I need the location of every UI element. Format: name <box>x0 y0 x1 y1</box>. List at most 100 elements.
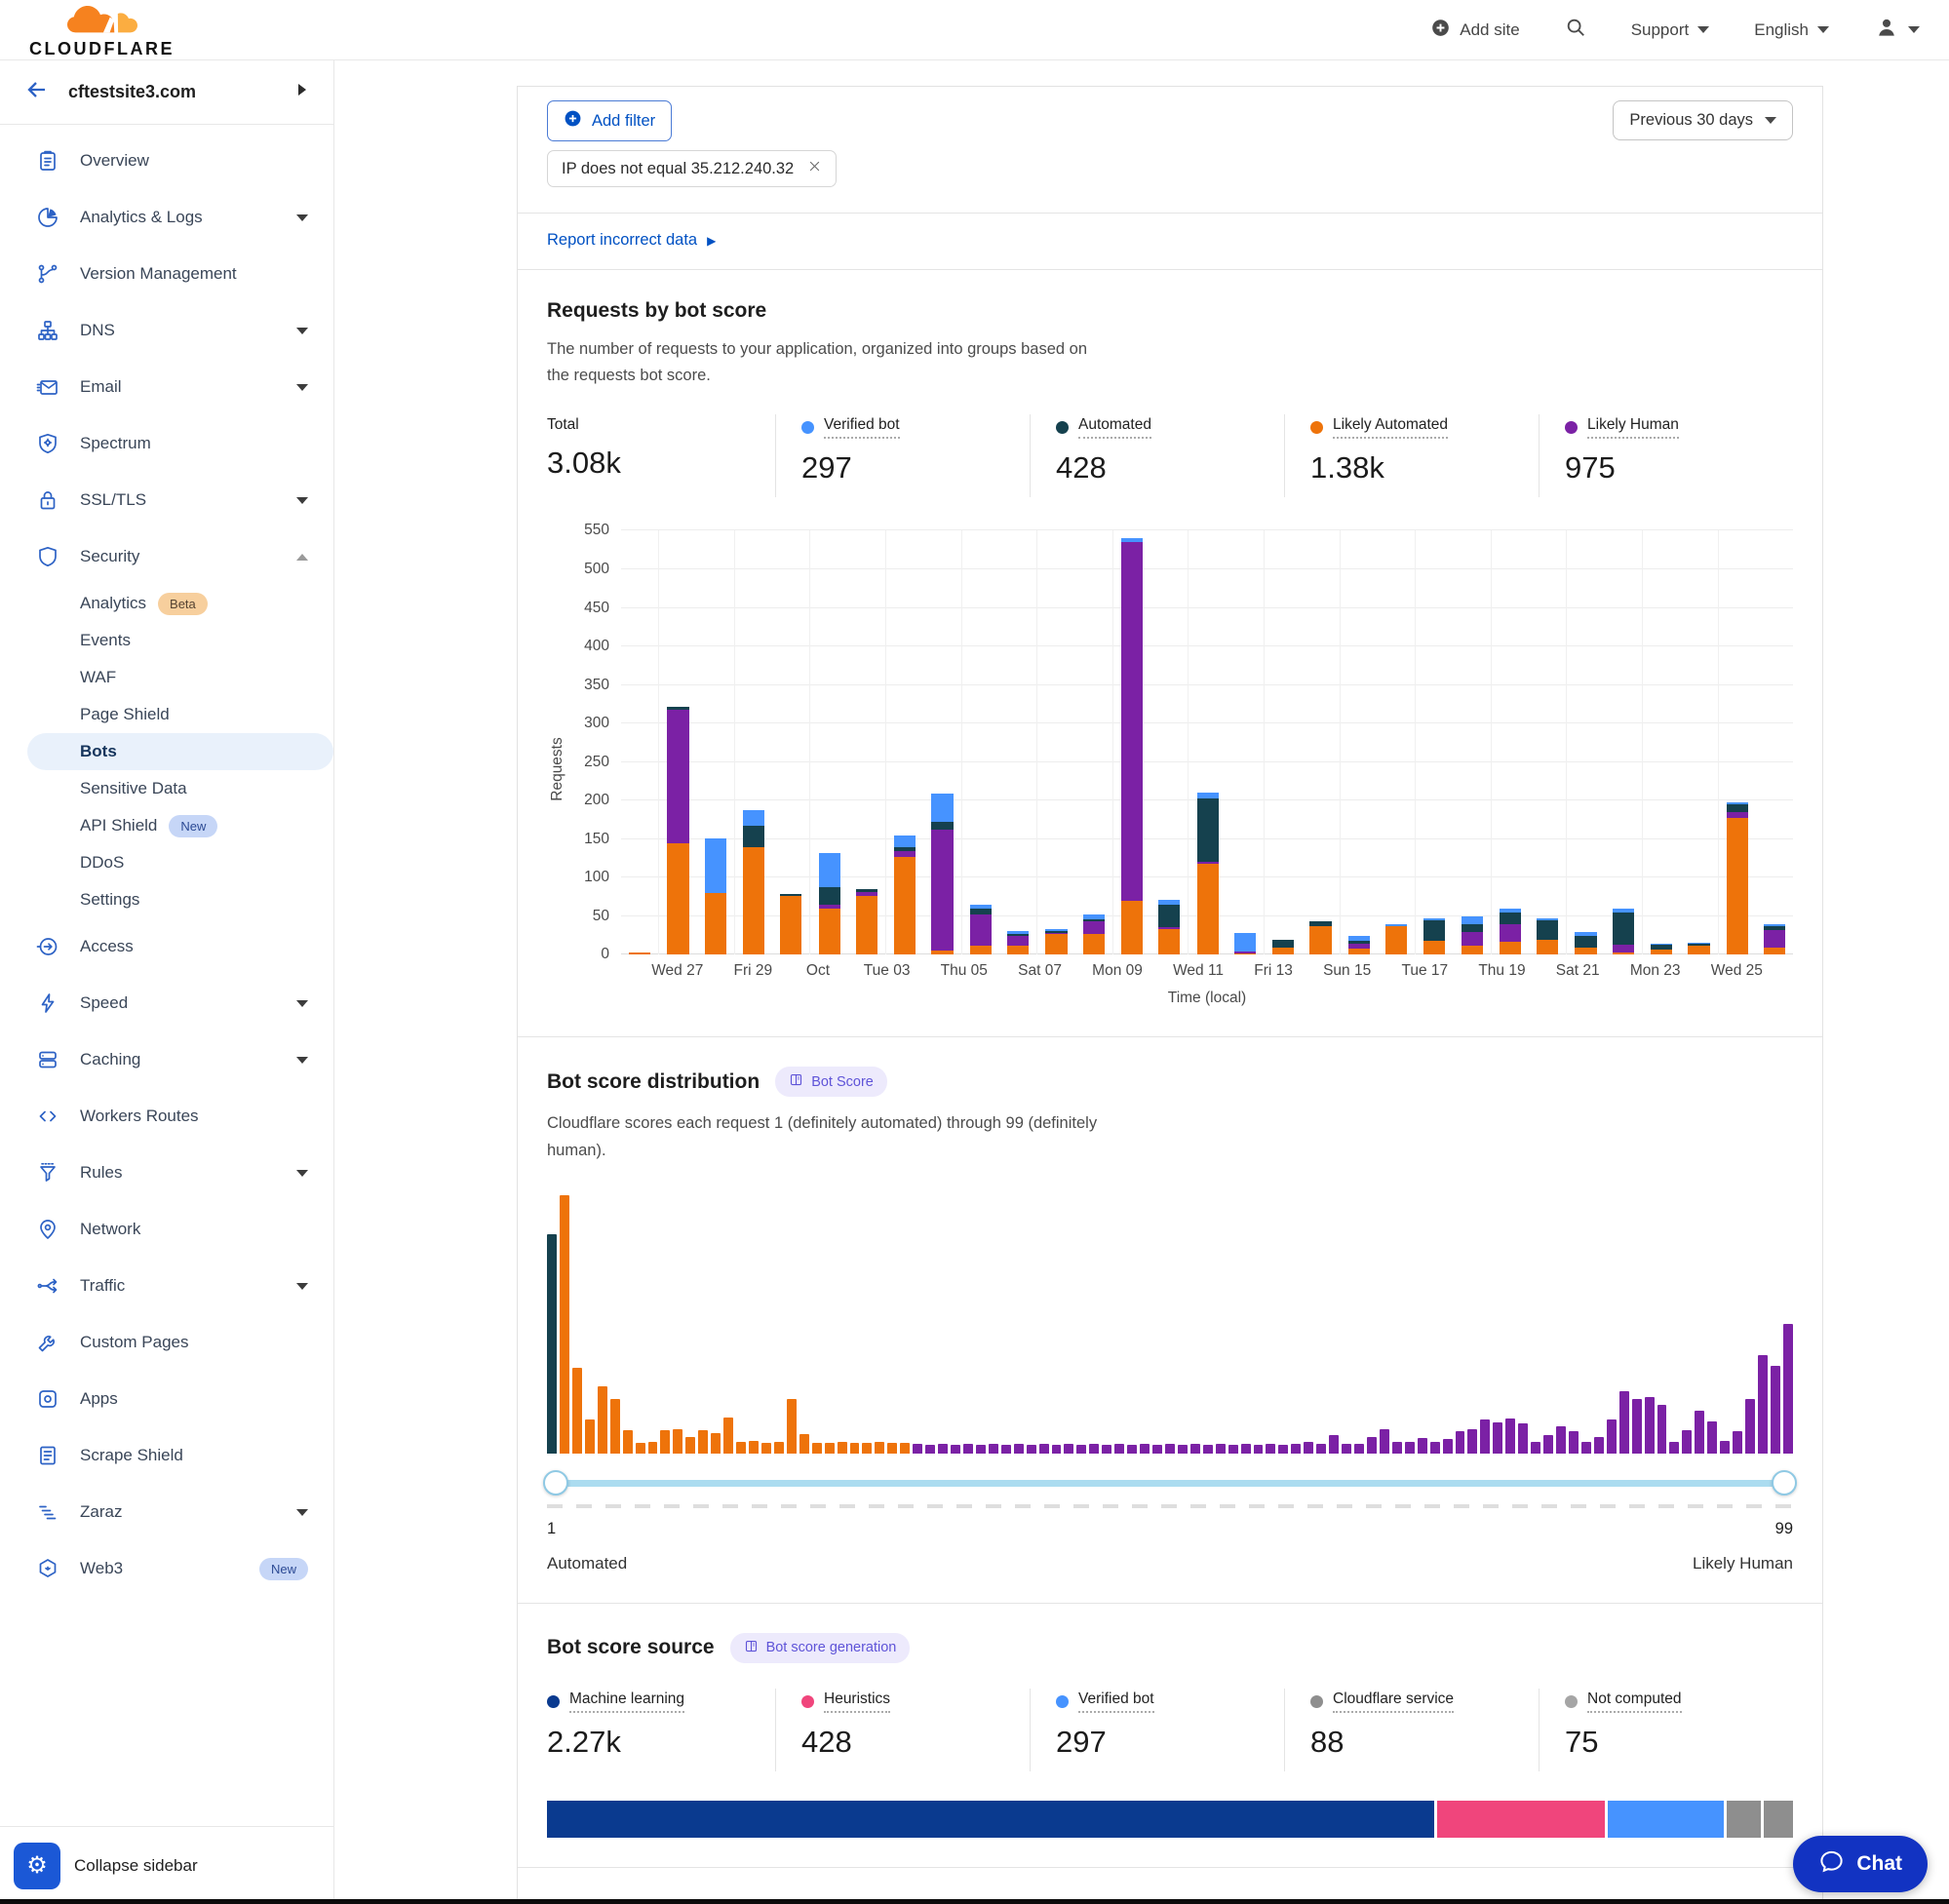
histogram-bar-score-67 <box>1380 1429 1389 1454</box>
back-arrow-icon[interactable] <box>25 78 49 106</box>
sidebar-item-api-shield[interactable]: API ShieldNew <box>0 807 333 844</box>
stat-label[interactable]: Likely Automated <box>1333 416 1448 439</box>
bar-segment-likely-automated <box>1385 926 1407 954</box>
x-tick-label: Thu 19 <box>1478 962 1525 980</box>
bar-segment-automated <box>1500 913 1521 924</box>
code-icon <box>35 1104 60 1129</box>
chevron-down-icon <box>296 1000 308 1007</box>
bar-segment-likely-human <box>1121 542 1143 901</box>
slider-track[interactable] <box>551 1480 1789 1487</box>
histogram-bar-score-60 <box>1291 1444 1301 1454</box>
x-tick-label: Oct <box>802 962 833 980</box>
bar-segment-likely-automated <box>1309 926 1331 954</box>
stat-label[interactable]: Cloudflare service <box>1333 1690 1454 1713</box>
support-menu[interactable]: Support <box>1631 20 1710 40</box>
sidebar-item-page-shield[interactable]: Page Shield <box>0 696 333 733</box>
histogram-bar-score-7 <box>623 1430 633 1454</box>
stacked-bar <box>1197 793 1219 955</box>
filter-chip[interactable]: IP does not equal 35.212.240.32 <box>547 150 837 187</box>
lock-icon <box>35 487 60 513</box>
bar-column <box>1756 530 1793 954</box>
y-axis-labels: 050100150200250300350400450500550 <box>574 530 621 954</box>
language-menu[interactable]: English <box>1754 20 1829 40</box>
x-tick-label: Mon 09 <box>1092 962 1143 980</box>
sidebar-item-apps[interactable]: Apps <box>0 1371 333 1427</box>
histogram-bar-score-68 <box>1392 1442 1402 1454</box>
sidebar-item-overview[interactable]: Overview <box>0 133 333 189</box>
bot-score-badge[interactable]: Bot Score <box>775 1067 887 1097</box>
sidebar-item-scrape-shield[interactable]: Scrape Shield <box>0 1427 333 1484</box>
histogram-bar-score-11 <box>673 1429 682 1454</box>
sidebar-item-email[interactable]: Email <box>0 359 333 415</box>
histogram-bar-score-58 <box>1266 1444 1275 1454</box>
collapse-sidebar-button[interactable]: Collapse sidebar <box>74 1856 198 1876</box>
sidebar-item-security-analytics[interactable]: AnalyticsBeta <box>0 585 333 622</box>
sidebar-item-access[interactable]: Access <box>0 918 333 975</box>
close-icon[interactable] <box>807 159 822 178</box>
sidebar-item-speed[interactable]: Speed <box>0 975 333 1031</box>
settings-gear-button[interactable]: ⚙ <box>14 1843 60 1889</box>
histogram-bar-score-76 <box>1493 1422 1502 1454</box>
chevron-right-icon[interactable] <box>296 83 308 101</box>
sidebar-item-spectrum[interactable]: Spectrum <box>0 415 333 472</box>
bar-segment-likely-human <box>970 914 992 946</box>
histogram-bar-score-21 <box>799 1434 809 1454</box>
sidebar-item-dns[interactable]: DNS <box>0 302 333 359</box>
y-tick-label: 400 <box>584 638 609 655</box>
site-selector[interactable]: cftestsite3.com <box>0 60 333 125</box>
sidebar-item-waf[interactable]: WAF <box>0 659 333 696</box>
histogram-bar-score-27 <box>875 1442 884 1454</box>
search-button[interactable] <box>1565 17 1586 43</box>
sidebar-item-web3[interactable]: Web3New <box>0 1540 333 1597</box>
sidebar-item-sensitive-data[interactable]: Sensitive Data <box>0 770 333 807</box>
sidebar-item-ddos[interactable]: DDoS <box>0 844 333 881</box>
chat-button[interactable]: Chat <box>1793 1836 1928 1892</box>
sidebar-item-caching[interactable]: Caching <box>0 1031 333 1088</box>
stat-value: 297 <box>801 450 1030 486</box>
stacked-bar <box>1272 940 1294 955</box>
bar-segment-likely-human <box>1500 924 1521 942</box>
sidebar-item-security-events[interactable]: Events <box>0 622 333 659</box>
cloudflare-logo[interactable]: CLOUDFLARE <box>29 3 175 58</box>
stat-label[interactable]: Automated <box>1078 416 1151 439</box>
sidebar-item-bots[interactable]: Bots <box>27 733 333 770</box>
slider-handle-max[interactable] <box>1772 1470 1797 1496</box>
report-incorrect-data-link[interactable]: Report incorrect data ▶ <box>547 231 716 250</box>
bot-score-generation-badge[interactable]: Bot score generation <box>730 1633 911 1663</box>
bar-segment-verified-bot <box>705 838 726 893</box>
sidebar-item-custom-pages[interactable]: Custom Pages <box>0 1314 333 1371</box>
stat-label[interactable]: Machine learning <box>569 1690 684 1713</box>
sidebar-item-security-settings[interactable]: Settings <box>0 881 333 918</box>
sidebar-item-network[interactable]: Network <box>0 1201 333 1258</box>
slider-handle-min[interactable] <box>543 1470 568 1496</box>
score-range-slider[interactable] <box>547 1469 1793 1496</box>
account-menu[interactable] <box>1874 15 1920 45</box>
stat-cloudflare-service: Cloudflare service 88 <box>1284 1689 1539 1771</box>
sidebar-item-traffic[interactable]: Traffic <box>0 1258 333 1314</box>
sidebar-item-version-management[interactable]: Version Management <box>0 246 333 302</box>
bar-segment-automated <box>743 826 764 847</box>
bar-segment-likely-automated <box>856 896 877 955</box>
sidebar-item-security[interactable]: Security <box>0 528 333 585</box>
stat-label[interactable]: Not computed <box>1587 1690 1682 1713</box>
add-filter-button[interactable]: Add filter <box>547 100 672 141</box>
bar-segment-likely-human <box>1613 945 1634 952</box>
time-range-dropdown[interactable]: Previous 30 days <box>1613 100 1793 140</box>
section-title: Bot score source <box>547 1636 715 1659</box>
stat-label[interactable]: Heuristics <box>824 1690 890 1713</box>
pin-icon <box>35 1217 60 1242</box>
sidebar-item-rules[interactable]: Rules <box>0 1145 333 1201</box>
stat-label[interactable]: Verified bot <box>824 416 900 439</box>
sidebar-item-ssl-tls[interactable]: SSL/TLS <box>0 472 333 528</box>
histogram-bar-score-55 <box>1228 1445 1238 1454</box>
add-site-button[interactable]: Add site <box>1430 18 1519 43</box>
x-tick-label <box>703 962 733 980</box>
sidebar-item-workers-routes[interactable]: Workers Routes <box>0 1088 333 1145</box>
bar-segment-likely-automated <box>1083 934 1105 954</box>
sidebar-item-zaraz[interactable]: Zaraz <box>0 1484 333 1540</box>
legend-dot <box>547 1695 560 1708</box>
sidebar-item-analytics-logs[interactable]: Analytics & Logs <box>0 189 333 246</box>
stat-label[interactable]: Likely Human <box>1587 416 1679 439</box>
stat-label[interactable]: Verified bot <box>1078 1690 1154 1713</box>
bar-segment-likely-automated <box>1045 934 1067 954</box>
